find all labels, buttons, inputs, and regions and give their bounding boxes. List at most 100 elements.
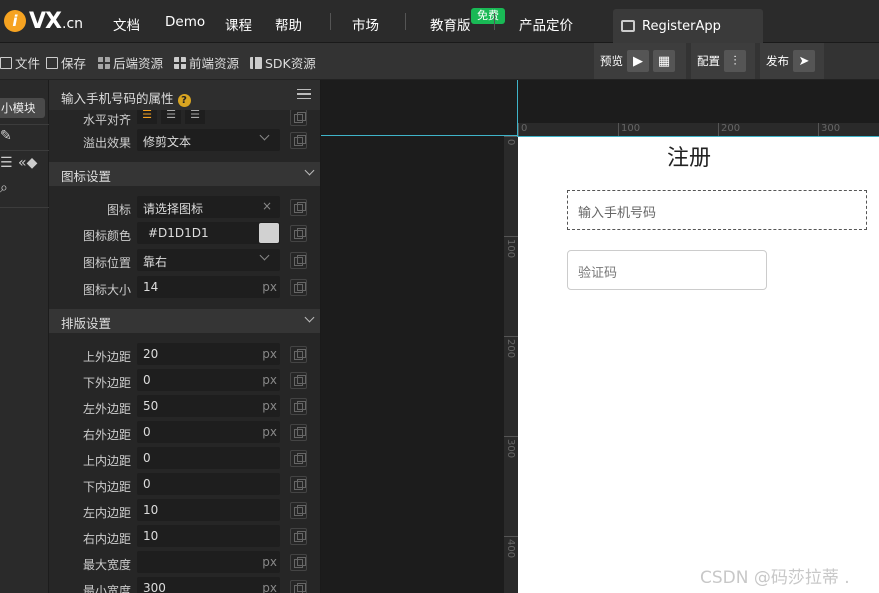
copy-icon[interactable]	[290, 225, 307, 242]
unit-label: px	[262, 373, 277, 387]
copy-icon[interactable]	[290, 424, 307, 441]
icon-position-select[interactable]: 靠右	[137, 249, 280, 271]
copy-icon[interactable]	[290, 528, 307, 545]
margin-bottom-value: 0	[143, 373, 151, 387]
overflow-select[interactable]: 修剪文本	[137, 129, 280, 151]
copy-icon[interactable]	[290, 252, 307, 269]
padding-bottom-input[interactable]: 0	[137, 473, 280, 495]
rail-divider	[0, 124, 49, 125]
frontend-resources-button[interactable]: 前端资源	[174, 53, 239, 72]
padding-top-input[interactable]: 0	[137, 447, 280, 469]
prop-label: 上外边距	[82, 350, 131, 364]
padding-top-value: 0	[143, 451, 151, 465]
icon-picker[interactable]: 请选择图标 ×	[137, 196, 280, 218]
app-window-icon	[621, 20, 635, 32]
unit-label: px	[262, 581, 277, 593]
menu-icon[interactable]	[297, 89, 311, 99]
prop-label: 最大宽度	[82, 558, 131, 572]
nav-help[interactable]: 帮助	[275, 14, 302, 34]
clear-icon[interactable]: ×	[262, 199, 272, 213]
rail-divider	[0, 150, 49, 151]
copy-icon[interactable]	[290, 450, 307, 467]
margin-top-input[interactable]: 20 px	[137, 343, 280, 365]
ruler-tick: 100	[504, 236, 518, 258]
file-menu-button[interactable]: 文件	[0, 53, 40, 72]
backend-resources-button[interactable]: 后端资源	[98, 53, 163, 72]
unit-label: px	[262, 399, 277, 413]
backend-grid-icon	[98, 56, 110, 69]
prop-label: 最小宽度	[82, 584, 131, 593]
icon-size-input[interactable]: 14 px	[137, 276, 280, 298]
logo-text: VX	[29, 8, 62, 34]
copy-icon[interactable]	[290, 372, 307, 389]
copy-icon[interactable]	[290, 502, 307, 519]
play-preview-button[interactable]: ▶	[627, 50, 649, 72]
design-canvas[interactable]: 0 100 200 300 0 100 200 300 400 注册 输入手机号…	[321, 80, 879, 593]
csdn-watermark: CSDN @码莎拉蒂 .	[700, 568, 850, 588]
copy-icon[interactable]	[290, 554, 307, 571]
qr-preview-button[interactable]: ▦	[653, 50, 675, 72]
ruler-tick: 0	[518, 123, 527, 136]
prop-row-margin-bottom: 下外边距 0 px	[49, 369, 320, 395]
navigate-icon[interactable]: «◆	[18, 155, 37, 171]
min-width-value: 300	[143, 581, 166, 593]
min-width-input[interactable]: 300 px	[137, 577, 280, 593]
section-icon-settings[interactable]: 图标设置	[49, 162, 320, 186]
copy-icon[interactable]	[290, 199, 307, 216]
nav-education[interactable]: 教育版	[430, 14, 471, 34]
tab-register-app[interactable]: RegisterApp	[613, 9, 763, 43]
margin-bottom-input[interactable]: 0 px	[137, 369, 280, 391]
code-input[interactable]: 验证码	[567, 250, 767, 290]
copy-icon[interactable]	[290, 580, 307, 593]
section-layout-settings[interactable]: 排版设置	[49, 309, 320, 333]
unit-label: px	[262, 280, 277, 294]
padding-left-value: 10	[143, 503, 159, 517]
prop-label: 下外边距	[82, 376, 131, 390]
margin-right-input[interactable]: 0 px	[137, 421, 280, 443]
vx-logo[interactable]: i VX .cn	[4, 8, 83, 34]
copy-icon[interactable]	[290, 132, 307, 149]
chevron-down-icon	[259, 130, 270, 141]
pen-icon[interactable]: ✎	[0, 128, 12, 144]
nav-courses[interactable]: 课程	[225, 14, 252, 34]
padding-right-input[interactable]: 10	[137, 525, 280, 547]
padding-left-input[interactable]: 10	[137, 499, 280, 521]
rail-divider	[0, 207, 49, 208]
icon-color-field[interactable]: #D1D1D1	[137, 222, 280, 244]
config-group: 配置 ⫶	[691, 43, 755, 79]
unit-label: px	[262, 555, 277, 569]
max-width-input[interactable]: px	[137, 551, 280, 573]
ruler-vertical: 0 100 200 300 400	[504, 136, 518, 593]
small-module-chip[interactable]: 小模块	[0, 98, 45, 118]
save-icon	[46, 56, 58, 69]
help-icon[interactable]: ?	[177, 94, 191, 107]
nav-demo[interactable]: Demo	[165, 14, 205, 30]
copy-icon[interactable]	[290, 398, 307, 415]
send-publish-button[interactable]: ➤	[793, 50, 815, 72]
copy-icon[interactable]	[290, 476, 307, 493]
nav-market[interactable]: 市场	[352, 14, 379, 34]
publish-label: 发布	[766, 54, 789, 68]
sdk-resources-button[interactable]: SDK资源	[250, 53, 316, 72]
prop-label: 下内边距	[82, 480, 131, 494]
inspect-icon[interactable]: ⌕	[0, 180, 8, 196]
prop-row-max-width: 最大宽度 px	[49, 551, 320, 577]
sliders-icon[interactable]: ☰	[0, 155, 13, 171]
nav-pricing[interactable]: 产品定价	[519, 14, 573, 34]
phone-input[interactable]: 输入手机号码	[567, 190, 867, 230]
margin-left-input[interactable]: 50 px	[137, 395, 280, 417]
panel-header: 输入手机号码的属性?	[49, 80, 320, 110]
nav-docs[interactable]: 文档	[113, 14, 140, 34]
prop-label: 图标大小	[82, 283, 131, 297]
save-button[interactable]: 保存	[46, 53, 86, 72]
section-title: 图标设置	[61, 169, 112, 184]
prop-row-padding-top: 上内边距 0	[49, 447, 320, 473]
sliders-config-button[interactable]: ⫶	[724, 50, 746, 72]
copy-icon[interactable]	[290, 279, 307, 296]
page-title[interactable]: 注册	[667, 140, 711, 172]
copy-icon[interactable]	[290, 109, 307, 126]
publish-group: 发布 ➤	[760, 43, 824, 79]
copy-icon[interactable]	[290, 346, 307, 363]
color-swatch[interactable]	[259, 223, 279, 243]
free-badge: 免费	[471, 8, 505, 24]
